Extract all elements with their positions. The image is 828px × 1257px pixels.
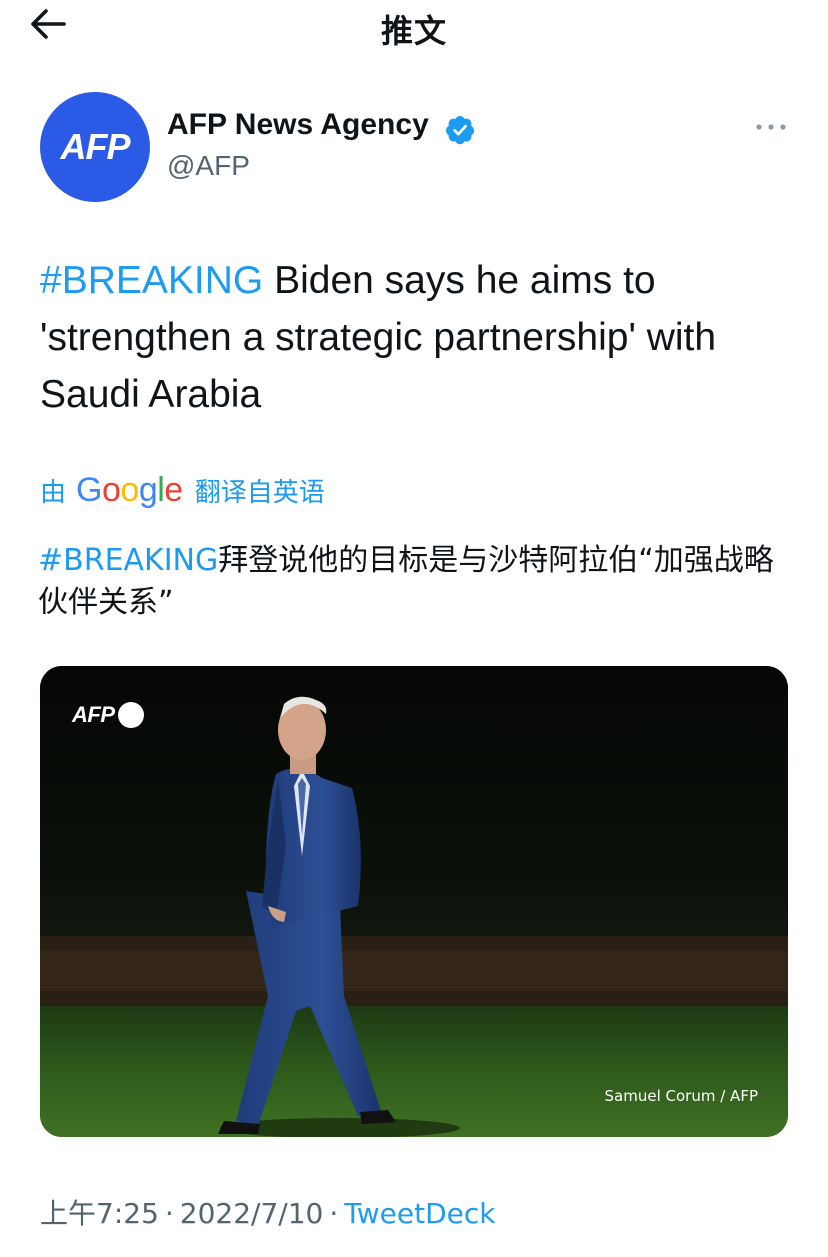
afp-watermark: AFP bbox=[72, 702, 144, 728]
top-bar: 推文 bbox=[0, 0, 828, 50]
photo-credit: Samuel Corum / AFP bbox=[604, 1087, 758, 1105]
watermark-dot bbox=[117, 702, 144, 728]
photo-scene bbox=[40, 666, 788, 1137]
hashtag-link[interactable]: #BREAKING bbox=[40, 259, 263, 302]
meta-separator: · bbox=[164, 1197, 174, 1230]
tweet-time[interactable]: 上午7:25 bbox=[40, 1197, 159, 1230]
tweet-date[interactable]: 2022/7/10 bbox=[180, 1197, 324, 1230]
translated-by-google[interactable]: 由 Google 翻译自英语 bbox=[40, 470, 325, 510]
meta-separator: · bbox=[329, 1197, 339, 1230]
author-name[interactable]: AFP News Agency bbox=[167, 108, 429, 142]
author-handle[interactable]: @AFP bbox=[167, 150, 250, 182]
watermark-text: AFP bbox=[72, 702, 115, 727]
page-title: 推文 bbox=[380, 12, 447, 50]
tweet-meta: 上午7:25 · 2022/7/10 · TweetDeck bbox=[40, 1192, 495, 1232]
tweet-source-link[interactable]: TweetDeck bbox=[344, 1197, 495, 1230]
avatar-logo-text: AFP bbox=[60, 126, 131, 167]
translated-from-label: 翻译自英语 bbox=[194, 477, 325, 508]
avatar[interactable]: AFP bbox=[40, 92, 150, 202]
tweet-photo[interactable]: AFP Samuel Corum / AFP bbox=[40, 666, 788, 1137]
tweet-text: #BREAKING Biden says he aims to 'strengt… bbox=[40, 252, 800, 423]
more-options-icon[interactable] bbox=[754, 112, 788, 142]
translated-by-label: 由 bbox=[40, 477, 67, 508]
verified-badge-icon bbox=[446, 116, 475, 145]
translated-hashtag-link[interactable]: #BREAKING bbox=[38, 543, 218, 578]
google-logo: Google bbox=[76, 470, 183, 509]
translated-text: #BREAKING拜登说他的目标是与沙特阿拉伯“加强战略伙伴关系” bbox=[38, 540, 798, 624]
